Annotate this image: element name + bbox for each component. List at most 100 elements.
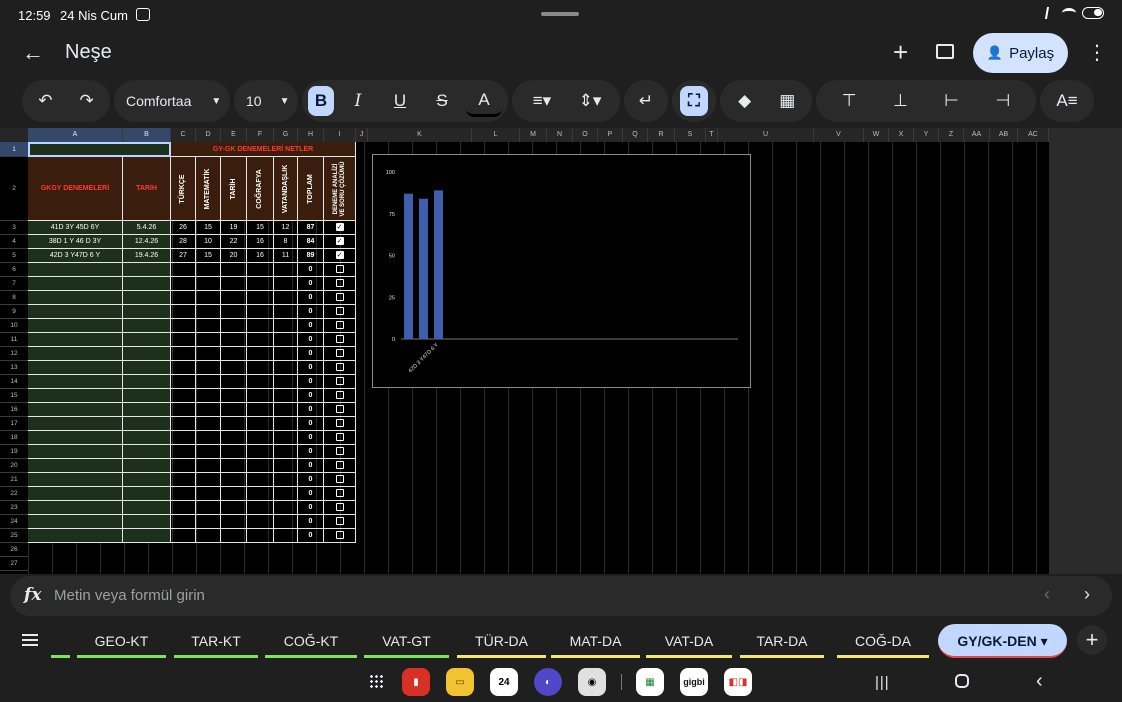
bold-button[interactable]: B — [308, 86, 334, 116]
cell-subject-net[interactable] — [247, 277, 274, 291]
cell-total[interactable]: 0 — [298, 501, 324, 515]
cell-exam-name[interactable] — [28, 291, 123, 305]
cell-subject-net[interactable] — [221, 375, 247, 389]
cell-total[interactable]: 0 — [298, 277, 324, 291]
cell-subject-net[interactable] — [221, 459, 247, 473]
cell-subject-net[interactable] — [247, 389, 274, 403]
bar-chart[interactable]: 100 75 50 25 0 42D 3 Y47D 6 Y — [372, 154, 751, 388]
cell-checkbox[interactable] — [324, 529, 356, 543]
cell-checkbox[interactable]: ✓ — [324, 249, 356, 263]
column-header[interactable]: X — [889, 128, 914, 142]
cell-exam-name[interactable] — [28, 515, 123, 529]
cell-date[interactable] — [123, 431, 171, 445]
cell-subject-net[interactable] — [247, 319, 274, 333]
home-icon[interactable] — [955, 674, 969, 688]
cell-checkbox[interactable] — [324, 417, 356, 431]
cell-subject-net[interactable] — [171, 263, 196, 277]
cell-exam-name[interactable] — [28, 529, 123, 543]
cell-subject-net[interactable] — [171, 361, 196, 375]
row-header[interactable]: 20 — [0, 459, 28, 473]
cell-subject-net[interactable] — [247, 361, 274, 375]
row-header[interactable]: 11 — [0, 333, 28, 347]
cell-total[interactable]: 0 — [298, 347, 324, 361]
cell-date[interactable] — [123, 291, 171, 305]
sheet-tab[interactable]: TAR-DA — [740, 624, 824, 658]
sheet-tab[interactable]: COĞ-DA — [837, 624, 929, 658]
gigbi-app-icon[interactable]: gigbi — [680, 668, 708, 696]
cell-subject-net[interactable] — [247, 375, 274, 389]
row-header[interactable]: 5 — [0, 249, 28, 263]
cell-checkbox[interactable] — [324, 515, 356, 529]
cell-subject-net[interactable] — [196, 375, 221, 389]
cell-subject-net[interactable] — [274, 347, 298, 361]
sheet-tab[interactable]: MAT-DA — [551, 624, 640, 658]
cell-exam-name[interactable] — [28, 389, 123, 403]
cell-total[interactable]: 0 — [298, 375, 324, 389]
row-header[interactable]: 3 — [0, 221, 28, 235]
row-header[interactable]: 15 — [0, 389, 28, 403]
cell-subject-net[interactable] — [247, 487, 274, 501]
cell-exam-name[interactable] — [28, 431, 123, 445]
review-checkbox[interactable] — [335, 293, 344, 301]
cell-total[interactable]: 0 — [298, 263, 324, 277]
cell-total[interactable]: 0 — [298, 459, 324, 473]
cell-subject-net[interactable] — [171, 375, 196, 389]
cell-exam-name[interactable]: 38D 1 Y 46 D 3Y — [28, 235, 123, 249]
column-header[interactable]: D — [196, 128, 221, 142]
row-header[interactable]: 21 — [0, 473, 28, 487]
cell-checkbox[interactable] — [324, 277, 356, 291]
column-header[interactable]: N — [547, 128, 573, 142]
formula-input[interactable]: Metin veya formül girin — [54, 587, 205, 604]
review-checkbox[interactable] — [335, 461, 344, 469]
cell-subject-net[interactable] — [171, 431, 196, 445]
cell-subject-net[interactable] — [221, 417, 247, 431]
cell-exam-name[interactable] — [28, 361, 123, 375]
cell-total[interactable]: 0 — [298, 333, 324, 347]
cell-subject-net[interactable] — [196, 291, 221, 305]
insert-row-below-icon[interactable]: ⊥ — [882, 85, 918, 117]
all-sheets-menu-icon[interactable] — [22, 634, 38, 646]
column-header[interactable]: V — [814, 128, 864, 142]
cell-date[interactable] — [123, 305, 171, 319]
drag-handle[interactable] — [541, 12, 579, 16]
insert-row-above-icon[interactable]: ⊤ — [831, 85, 867, 117]
cell-date[interactable] — [123, 277, 171, 291]
cell-subject-net[interactable] — [221, 515, 247, 529]
cell-subject-net[interactable] — [171, 459, 196, 473]
cell-exam-name[interactable] — [28, 473, 123, 487]
camera-app-icon[interactable]: ◉ — [578, 668, 606, 696]
column-header[interactable]: Z — [939, 128, 964, 142]
column-header[interactable]: AB — [990, 128, 1018, 142]
cell-checkbox[interactable] — [324, 389, 356, 403]
row-header[interactable]: 27 — [0, 557, 28, 571]
review-checkbox[interactable] — [335, 349, 344, 357]
cell-subject-net[interactable] — [196, 333, 221, 347]
cell-subject-net[interactable] — [171, 319, 196, 333]
cell-subject-net[interactable] — [221, 487, 247, 501]
cell-subject-net[interactable] — [221, 403, 247, 417]
merge-cells-icon[interactable]: ⛶ — [680, 86, 708, 116]
cell-exam-name[interactable] — [28, 305, 123, 319]
cell-exam-name[interactable] — [28, 417, 123, 431]
cell-checkbox[interactable] — [324, 347, 356, 361]
column-header[interactable]: H — [298, 128, 324, 142]
cell-total[interactable]: 0 — [298, 361, 324, 375]
cell-date[interactable] — [123, 515, 171, 529]
review-checkbox[interactable] — [335, 405, 344, 413]
cell-subject-net[interactable] — [274, 389, 298, 403]
cell-subject-net[interactable] — [247, 515, 274, 529]
cell-subject-net[interactable] — [247, 403, 274, 417]
cell-subject-net[interactable]: 11 — [274, 249, 298, 263]
cell-subject-net[interactable] — [274, 473, 298, 487]
cell-date[interactable]: 19.4.26 — [123, 249, 171, 263]
column-header[interactable]: Q — [623, 128, 648, 142]
column-header[interactable]: S — [675, 128, 706, 142]
cell-subject-net[interactable] — [274, 417, 298, 431]
cell-subject-net[interactable] — [171, 333, 196, 347]
redo-icon[interactable]: ↷ — [69, 85, 105, 117]
sheets-app-icon[interactable]: ▦ — [636, 668, 664, 696]
review-checkbox[interactable] — [335, 531, 344, 539]
cell-subject-net[interactable] — [221, 431, 247, 445]
cell-subject-net[interactable] — [274, 515, 298, 529]
row-header[interactable]: 7 — [0, 277, 28, 291]
